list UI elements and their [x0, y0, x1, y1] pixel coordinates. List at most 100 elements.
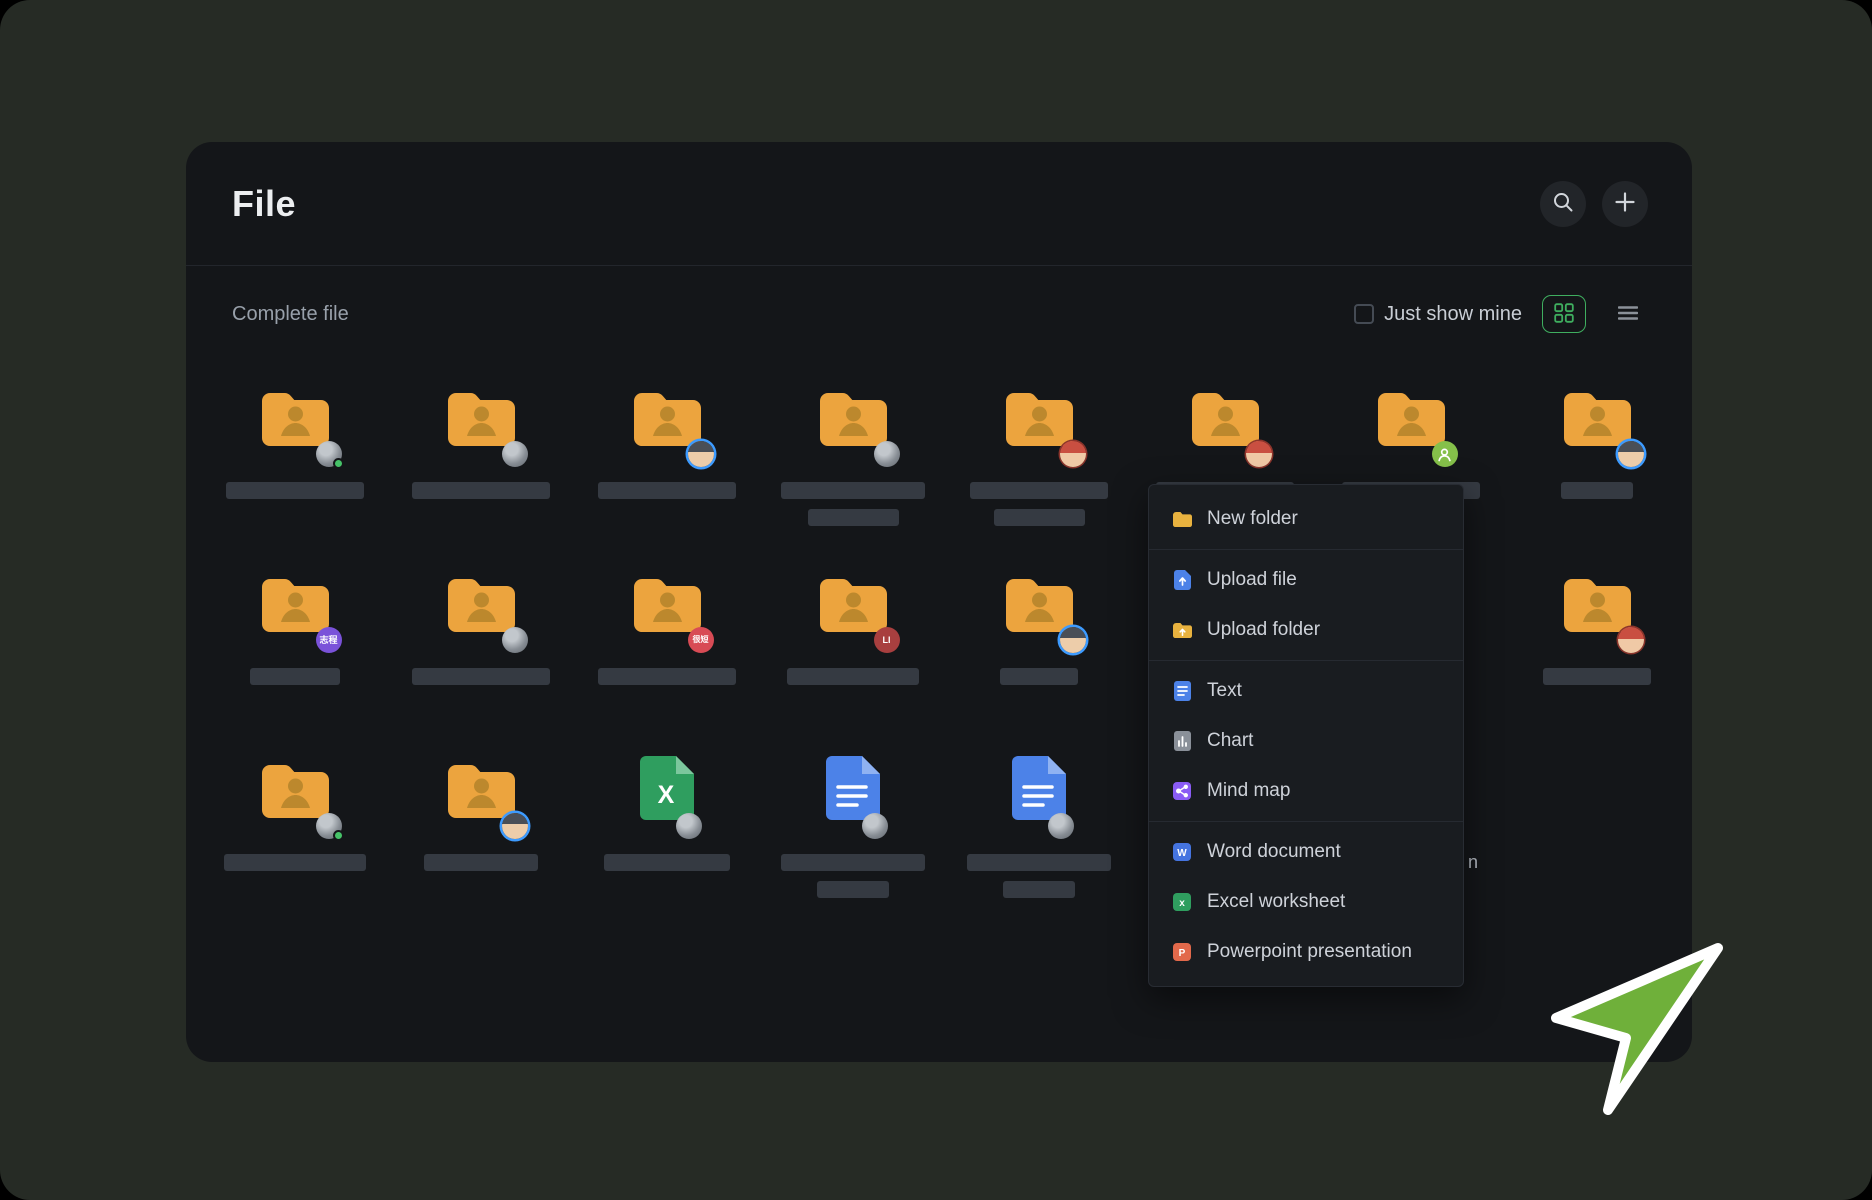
window-header: File — [186, 142, 1692, 266]
folder-item[interactable] — [388, 384, 574, 570]
owner-avatar-cat — [1048, 813, 1074, 839]
file-type-icon — [257, 570, 334, 637]
page-title: File — [232, 183, 296, 225]
grid-view-button[interactable] — [1542, 295, 1586, 333]
owner-avatar-red: 很短 — [688, 627, 714, 653]
file-icon — [629, 384, 706, 458]
file-type-icon — [257, 756, 334, 823]
file-name-placeholder — [1543, 668, 1651, 685]
name-redaction-bar — [1561, 482, 1633, 499]
toolbar: Complete file Just show mine — [186, 266, 1692, 362]
menu-item-upload-file[interactable]: Upload file — [1149, 555, 1463, 605]
name-redaction-bar — [967, 854, 1111, 871]
menu-item-label: Excel worksheet — [1207, 891, 1345, 913]
file-icon — [1373, 384, 1450, 458]
file-icon — [443, 756, 520, 830]
ppt-icon: P — [1171, 943, 1193, 961]
file-type-icon — [629, 384, 706, 451]
file-icon — [1001, 570, 1078, 644]
file-upload-icon — [1171, 570, 1193, 590]
folder-item[interactable] — [946, 570, 1132, 756]
folder-item[interactable] — [1504, 570, 1690, 756]
excel-icon: x — [1171, 893, 1193, 911]
file-icon — [826, 756, 880, 830]
file-icon — [257, 384, 334, 458]
file-item[interactable]: X — [574, 756, 760, 942]
file-icon — [1001, 384, 1078, 458]
file-name-placeholder — [787, 668, 919, 685]
name-redaction-bar — [970, 482, 1108, 499]
file-icon: 志程 — [257, 570, 334, 644]
folder-item[interactable] — [202, 756, 388, 942]
file-item[interactable] — [760, 756, 946, 942]
just-show-mine-filter[interactable]: Just show mine — [1354, 303, 1522, 326]
file-icon: X — [640, 756, 694, 830]
file-icon — [443, 570, 520, 644]
name-redaction-bar — [598, 668, 736, 685]
file-icon — [1012, 756, 1066, 830]
menu-item-new-folder[interactable]: New folder — [1149, 494, 1463, 544]
owner-avatar-cat — [862, 813, 888, 839]
owner-avatar-boy — [502, 813, 528, 839]
file-name-placeholder — [424, 854, 538, 871]
owner-avatar-boy — [1618, 441, 1644, 467]
folder-item[interactable] — [202, 384, 388, 570]
add-button[interactable] — [1602, 181, 1648, 227]
folder-item[interactable] — [388, 570, 574, 756]
file-name-placeholder — [598, 668, 736, 685]
partial-filename: n — [1468, 852, 1478, 873]
menu-item-upload-folder[interactable]: Upload folder — [1149, 605, 1463, 655]
menu-item-mind-map[interactable]: Mind map — [1149, 766, 1463, 816]
svg-text:x: x — [1179, 898, 1185, 909]
name-redaction-bar — [994, 509, 1085, 526]
search-button[interactable] — [1540, 181, 1586, 227]
text-icon — [1171, 681, 1193, 701]
folder-item[interactable] — [1504, 384, 1690, 570]
list-view-button[interactable] — [1606, 295, 1650, 333]
menu-item-label: Chart — [1207, 730, 1253, 752]
owner-avatar-purple: 志程 — [316, 627, 342, 653]
folder-item[interactable]: LI — [760, 570, 946, 756]
file-type-icon — [257, 384, 334, 451]
name-redaction-bar — [598, 482, 736, 499]
name-redaction-bar — [787, 668, 919, 685]
file-name-placeholder — [781, 482, 925, 526]
file-item[interactable] — [946, 756, 1132, 942]
name-redaction-bar — [250, 668, 340, 685]
folder-icon — [1171, 511, 1193, 528]
file-name-placeholder — [226, 482, 364, 499]
file-type-icon — [443, 756, 520, 823]
online-status-dot — [333, 458, 344, 469]
folder-upload-icon — [1171, 622, 1193, 639]
menu-group: W Word document x Excel worksheet P Powe… — [1149, 821, 1463, 982]
name-redaction-bar — [1543, 668, 1651, 685]
svg-text:W: W — [1177, 848, 1187, 859]
name-redaction-bar — [808, 509, 899, 526]
name-redaction-bar — [226, 482, 364, 499]
file-name-placeholder — [1561, 482, 1633, 499]
folder-item[interactable] — [574, 384, 760, 570]
menu-item-chart[interactable]: Chart — [1149, 716, 1463, 766]
menu-item-ppt[interactable]: P Powerpoint presentation — [1149, 927, 1463, 977]
file-grid: 志程 很短 LI — [186, 362, 1692, 942]
folder-item[interactable] — [760, 384, 946, 570]
file-icon — [1559, 570, 1636, 644]
word-icon: W — [1171, 843, 1193, 861]
menu-item-excel[interactable]: x Excel worksheet — [1149, 877, 1463, 927]
file-icon — [815, 384, 892, 458]
file-type-icon — [443, 570, 520, 637]
owner-avatar-girl — [1246, 441, 1272, 467]
folder-item[interactable] — [946, 384, 1132, 570]
folder-item[interactable]: 志程 — [202, 570, 388, 756]
name-redaction-bar — [412, 482, 550, 499]
folder-item[interactable] — [388, 756, 574, 942]
folder-item[interactable]: 很短 — [574, 570, 760, 756]
svg-text:X: X — [658, 781, 675, 809]
just-show-mine-checkbox[interactable] — [1354, 304, 1374, 324]
cursor-pointer — [1548, 940, 1728, 1123]
menu-group: Upload file Upload folder — [1149, 549, 1463, 660]
owner-avatar-boy — [1060, 627, 1086, 653]
menu-item-label: Upload file — [1207, 569, 1297, 591]
menu-item-word[interactable]: W Word document — [1149, 827, 1463, 877]
menu-item-text[interactable]: Text — [1149, 666, 1463, 716]
